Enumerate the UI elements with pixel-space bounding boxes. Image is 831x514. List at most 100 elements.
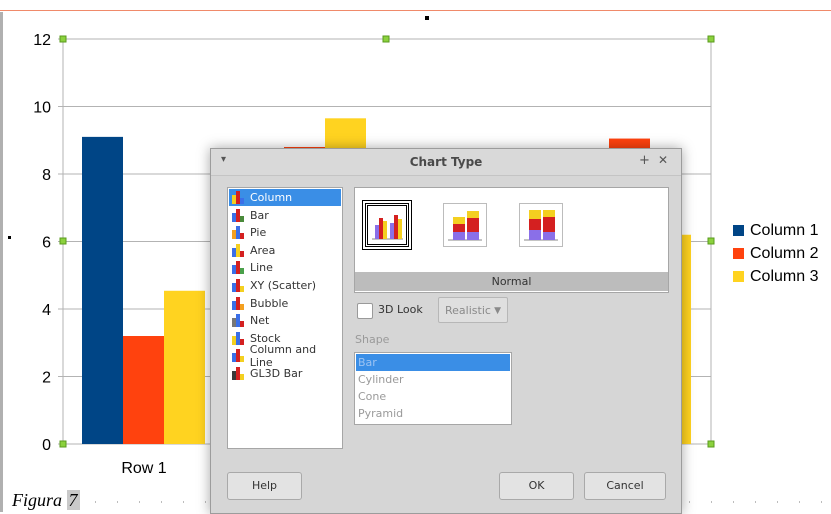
selection-handle bbox=[707, 440, 715, 448]
chart-type-label: Line bbox=[250, 261, 273, 275]
scatter-chart-icon bbox=[231, 279, 245, 292]
chart-type-item-bar[interactable]: Bar bbox=[229, 207, 341, 224]
y-tick-label: 0 bbox=[42, 437, 51, 454]
icon-bar bbox=[240, 268, 244, 275]
variant-percent-stacked[interactable] bbox=[519, 203, 563, 247]
legend-item: Column 3 bbox=[733, 265, 818, 288]
icon-bar bbox=[240, 321, 244, 328]
chart-type-item-bubble[interactable]: Bubble bbox=[229, 295, 341, 312]
variant-label: Normal bbox=[355, 272, 668, 291]
ok-button[interactable]: OK bbox=[499, 472, 574, 500]
y-tick-label: 12 bbox=[33, 32, 51, 49]
chart-type-item-net[interactable]: Net bbox=[229, 312, 341, 329]
legend-label: Column 3 bbox=[750, 267, 819, 285]
chart-type-item-line[interactable]: Line bbox=[229, 259, 341, 276]
y-tick-label: 10 bbox=[33, 100, 51, 117]
frame-anchor bbox=[8, 236, 11, 239]
close-icon[interactable]: ✕ bbox=[658, 153, 668, 167]
icon-bar bbox=[240, 215, 244, 222]
3d-style-select[interactable]: Realistic ▼ bbox=[438, 297, 508, 323]
3d-look-label: 3D Look bbox=[378, 303, 423, 316]
legend-item: Column 1 bbox=[733, 219, 818, 242]
legend-swatch bbox=[733, 271, 744, 282]
chart-type-label: Column bbox=[250, 191, 293, 204]
y-tick-label: 2 bbox=[42, 370, 51, 387]
3d-look-checkbox[interactable] bbox=[357, 303, 373, 319]
chevron-down-icon: ▼ bbox=[494, 306, 501, 316]
chart-type-item-xy-scatter[interactable]: XY (Scatter) bbox=[229, 277, 341, 294]
chart-type-list[interactable]: Column Bar Pie Area Line XY (Scatter) Bubble Ne… bbox=[227, 187, 343, 449]
selection-handle bbox=[59, 35, 67, 43]
bar-column-1 bbox=[82, 136, 123, 444]
shape-label: Shape bbox=[355, 333, 390, 346]
x-category-label: Row 1 bbox=[121, 460, 166, 477]
icon-bar bbox=[240, 198, 244, 204]
column-chart-icon bbox=[231, 191, 245, 204]
3d-style-value: Realistic bbox=[445, 304, 491, 317]
selection-handle bbox=[707, 35, 715, 43]
chart-type-item-column[interactable]: Column bbox=[229, 189, 341, 206]
chart-type-label: GL3D Bar bbox=[250, 367, 303, 380]
y-tick-label: 8 bbox=[42, 167, 51, 184]
stock-chart-icon bbox=[231, 331, 245, 345]
variant-normal[interactable] bbox=[362, 200, 412, 250]
icon-bar bbox=[240, 250, 244, 257]
chart-variant-panel: Normal bbox=[354, 187, 669, 293]
bar-column-3 bbox=[164, 290, 205, 444]
frame-anchor bbox=[425, 16, 429, 20]
icon-bar bbox=[239, 356, 244, 363]
shape-item-cone[interactable]: Cone bbox=[356, 388, 510, 405]
chart-type-item-gl3d-bar[interactable]: GL3D Bar bbox=[229, 365, 341, 382]
bar-column-2 bbox=[123, 336, 164, 444]
selection-handle bbox=[382, 35, 390, 43]
icon-bar bbox=[240, 338, 244, 345]
icon-bar bbox=[240, 374, 244, 380]
figure-caption: Figura 7 bbox=[12, 490, 80, 511]
pie-chart-icon bbox=[231, 226, 245, 240]
selection-handle bbox=[707, 237, 715, 245]
chart-type-label: XY (Scatter) bbox=[250, 279, 317, 292]
selection-handle bbox=[59, 237, 67, 245]
shape-list[interactable]: Bar Cylinder Cone Pyramid bbox=[354, 352, 512, 425]
legend-label: Column 2 bbox=[750, 244, 819, 262]
legend-swatch bbox=[733, 225, 744, 236]
shape-item-pyramid[interactable]: Pyramid bbox=[356, 405, 510, 422]
gl3d-bar-chart-icon bbox=[231, 367, 245, 380]
caption-number[interactable]: 7 bbox=[66, 490, 80, 510]
bubble-chart-icon bbox=[231, 296, 245, 310]
legend-swatch bbox=[733, 248, 744, 259]
chart-legend: Column 1 Column 2 Column 3 bbox=[733, 219, 818, 288]
chart-type-label: Bubble bbox=[250, 296, 289, 310]
cancel-button[interactable]: Cancel bbox=[584, 472, 666, 500]
selection-handle bbox=[59, 440, 67, 448]
help-button[interactable]: Help bbox=[227, 472, 302, 500]
chart-type-label: Net bbox=[250, 314, 270, 328]
chart-type-label: Bar bbox=[250, 208, 269, 222]
chart-type-dialog: Chart Type ▾ + ✕ Column Bar Pie Area Line XY … bbox=[210, 148, 682, 514]
column-line-chart-icon bbox=[231, 349, 245, 363]
window-menu-icon[interactable]: ▾ bbox=[221, 154, 226, 165]
chart-type-label: Area bbox=[250, 243, 276, 257]
legend-label: Column 1 bbox=[750, 221, 819, 239]
variant-percent-stacked-icon bbox=[524, 210, 558, 241]
frame-left-edge bbox=[0, 12, 3, 512]
variant-stacked-icon bbox=[448, 211, 482, 241]
line-chart-icon bbox=[231, 261, 245, 275]
icon-bar bbox=[240, 233, 244, 240]
y-tick-label: 6 bbox=[42, 235, 51, 252]
shape-item-cylinder[interactable]: Cylinder bbox=[356, 371, 510, 388]
y-tick-label: 4 bbox=[42, 302, 51, 319]
pin-icon[interactable]: + bbox=[639, 153, 650, 168]
dialog-titlebar[interactable]: Chart Type ▾ + ✕ bbox=[211, 149, 681, 176]
icon-bar bbox=[240, 286, 244, 292]
net-chart-icon bbox=[231, 314, 245, 328]
dialog-title: Chart Type bbox=[409, 155, 483, 169]
chart-type-label: Pie bbox=[250, 226, 267, 240]
variant-normal-icon bbox=[372, 215, 403, 240]
caption-word: Figura bbox=[12, 490, 63, 510]
variant-stacked[interactable] bbox=[443, 203, 487, 247]
chart-type-item-pie[interactable]: Pie bbox=[229, 224, 341, 241]
shape-item-bar[interactable]: Bar bbox=[356, 354, 510, 371]
chart-type-item-column-and-line[interactable]: Column and Line bbox=[229, 343, 341, 369]
chart-type-item-area[interactable]: Area bbox=[229, 242, 341, 259]
